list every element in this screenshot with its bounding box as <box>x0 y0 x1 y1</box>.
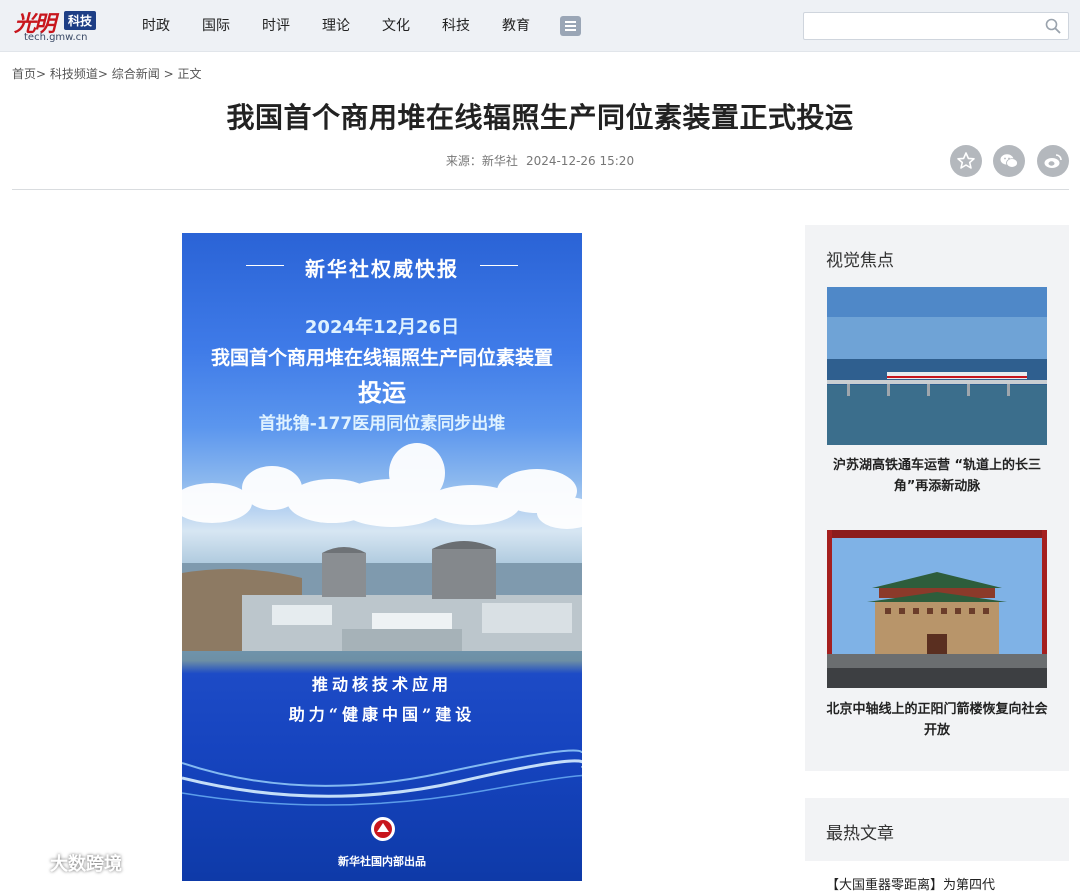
poster-footer: 新华社国内部出品 <box>338 855 426 868</box>
card-image-zhengyangmen[interactable] <box>827 530 1047 688</box>
share-weibo-button[interactable] <box>1037 145 1069 177</box>
weibo-icon <box>1044 154 1062 168</box>
breadcrumb: 首页> 科技频道> 综合新闻 > 正文 <box>12 65 202 82</box>
breadcrumb-current: 正文 <box>177 67 202 81</box>
share-wechat-button[interactable] <box>993 145 1025 177</box>
search-input[interactable] <box>804 13 1034 39</box>
poster-clouds <box>182 443 582 529</box>
nav-item-education[interactable]: 教育 <box>486 0 546 52</box>
logo-url: tech.gmw.cn <box>24 32 88 43</box>
article-datetime: 2024-12-26 15:20 <box>525 154 635 168</box>
star-icon <box>957 152 975 169</box>
article-title: 我国首个商用堆在线辐照生产同位素装置正式投运 <box>226 101 854 134</box>
breadcrumb-home[interactable]: 首页> <box>12 67 46 81</box>
poster-header: 新华社权威快报 <box>305 257 459 281</box>
breadcrumb-separator: > <box>163 67 174 81</box>
favorite-button[interactable] <box>950 145 982 177</box>
nav-item-politics[interactable]: 时政 <box>126 0 186 52</box>
site-logo[interactable]: 光明 科技 tech.gmw.cn <box>12 4 104 46</box>
poster-light-waves <box>182 749 582 806</box>
watermark-text: 大数跨境 <box>50 854 122 875</box>
hot-articles-title: 最热文章 <box>826 824 894 844</box>
card-caption-rail[interactable]: 沪苏湖高铁通车运营 “轨道上的长三角”再添新动脉 <box>823 455 1051 497</box>
article-meta: 来源：新华社 2024-12-26 15:20 <box>0 152 1080 169</box>
card-caption-zhengyangmen[interactable]: 北京中轴线上的正阳门箭楼恢复向社会开放 <box>823 699 1051 741</box>
poster-header-line-right <box>480 265 518 266</box>
breadcrumb-tech-channel[interactable]: 科技频道> <box>50 67 108 81</box>
hot-articles-panel: 最热文章 <box>805 798 1069 861</box>
search-box <box>803 12 1069 40</box>
article-poster-image: 新华社权威快报 2024年12月26日 我国首个商用堆在线辐照生产同位素装置 投… <box>182 233 582 881</box>
nav-item-theory[interactable]: 理论 <box>306 0 366 52</box>
search-icon[interactable] <box>1045 18 1061 34</box>
nav-item-tech[interactable]: 科技 <box>426 0 486 52</box>
card-image-rail-bridge[interactable] <box>827 287 1047 445</box>
watermark-logo-icon <box>11 855 46 869</box>
poster-subtitle: 首批镥-177医用同位素同步出堆 <box>258 414 506 434</box>
nav-item-commentary[interactable]: 时评 <box>246 0 306 52</box>
poster-slogan-line1: 推动核技术应用 <box>311 675 452 694</box>
logo-channel-tag: 科技 <box>64 11 97 30</box>
wechat-icon <box>1000 154 1018 168</box>
article-source: 来源：新华社 <box>445 154 518 168</box>
poster-slogan-line2: 助力“健康中国”建设 <box>288 705 476 724</box>
poster-power-plant <box>182 541 582 651</box>
top-header: 光明 科技 tech.gmw.cn 时政 国际 时评 理论 文化 科技 教育 <box>0 0 1080 52</box>
main-nav: 时政 国际 时评 理论 文化 科技 教育 <box>126 0 546 52</box>
breadcrumb-general-news[interactable]: 综合新闻 <box>112 67 160 81</box>
xinhua-emblem-icon <box>371 817 395 841</box>
hot-article-item[interactable]: 【大国重器零距离】为第四代 <box>826 874 1066 893</box>
visual-focus-panel: 视觉焦点 沪苏湖高铁通车运营 “轨道上的长三角”再添新动脉 北京中轴线上的正阳门… <box>805 225 1069 771</box>
visual-focus-title: 视觉焦点 <box>826 251 894 271</box>
nav-item-international[interactable]: 国际 <box>186 0 246 52</box>
menu-icon[interactable] <box>560 16 581 36</box>
poster-title-line2: 投运 <box>358 378 406 407</box>
poster-date: 2024年12月26日 <box>304 317 460 338</box>
nav-item-culture[interactable]: 文化 <box>366 0 426 52</box>
watermark: 大数跨境 <box>8 850 122 876</box>
header-divider <box>12 189 1069 190</box>
poster-title-line1: 我国首个商用堆在线辐照生产同位素装置 <box>210 347 553 369</box>
